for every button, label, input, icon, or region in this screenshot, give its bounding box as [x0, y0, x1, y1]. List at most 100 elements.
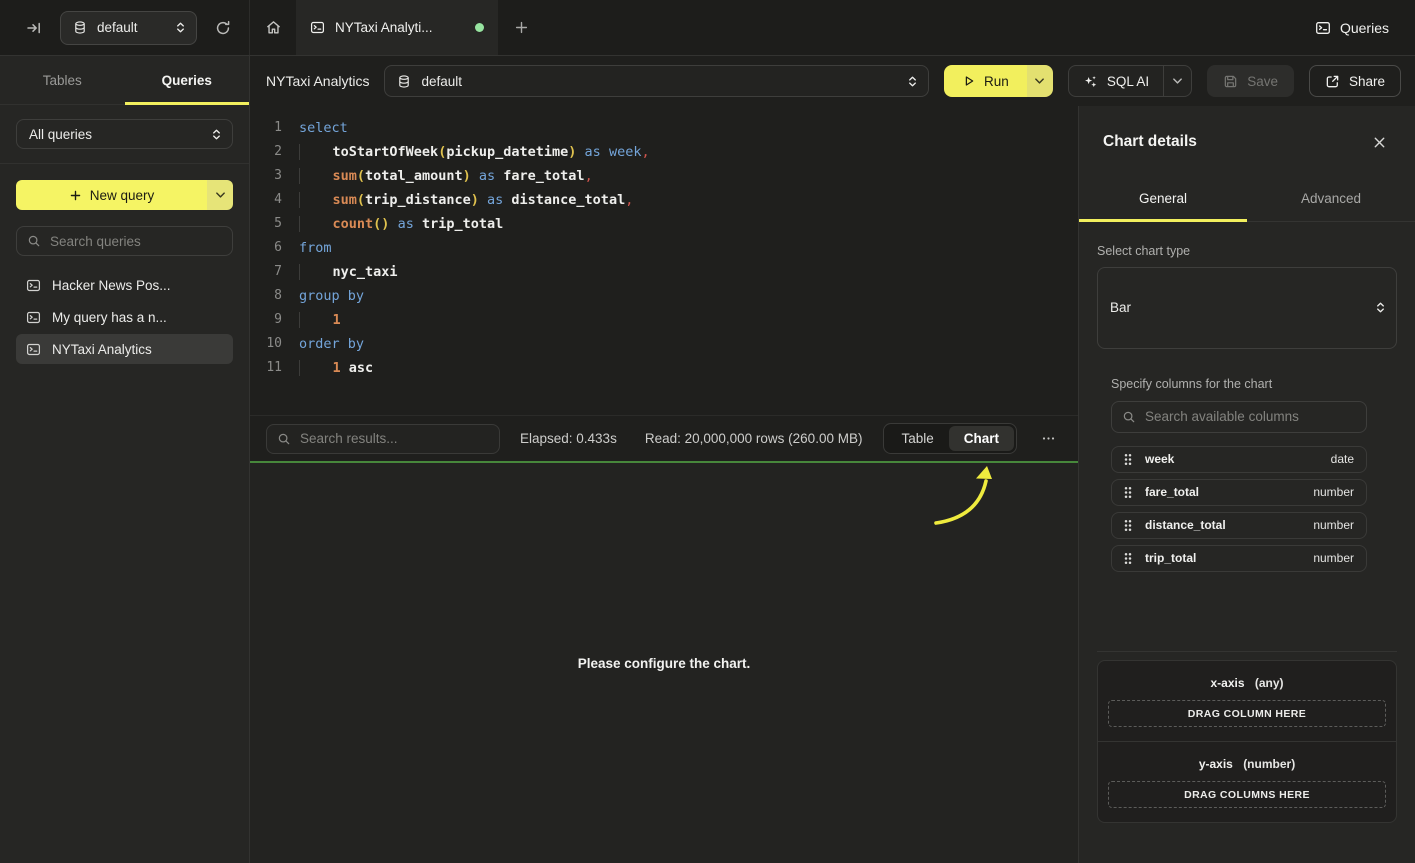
- queries-nav-label: Queries: [1340, 20, 1389, 36]
- sparkles-icon: [1083, 74, 1098, 89]
- sql-code-line: 10order by: [250, 332, 1078, 356]
- top-bar: default NYTaxi Analyti... Que: [0, 0, 1415, 56]
- x-axis-drop-zone[interactable]: DRAG COLUMN HERE: [1108, 700, 1386, 727]
- columns-section-label: Specify columns for the chart: [1111, 377, 1367, 391]
- drag-handle-icon[interactable]: [1123, 486, 1133, 499]
- close-icon[interactable]: [1368, 131, 1391, 154]
- topbar-database-select[interactable]: default: [60, 11, 197, 45]
- new-tab-plus-icon[interactable]: [498, 0, 544, 55]
- column-type: date: [1331, 452, 1354, 466]
- save-button[interactable]: Save: [1207, 65, 1294, 97]
- database-icon: [397, 74, 411, 89]
- column-chip-week[interactable]: week date: [1111, 446, 1367, 473]
- line-content: select: [299, 116, 348, 140]
- new-query-dropdown-button[interactable]: [207, 180, 233, 210]
- sql-code-line: 7 nyc_taxi: [250, 260, 1078, 284]
- app-body: TablesQueries All queries New query: [0, 56, 1415, 863]
- table-chart-toggle: TableChart: [883, 423, 1017, 454]
- tab-general[interactable]: General: [1079, 178, 1247, 221]
- query-list-item[interactable]: Hacker News Pos...: [16, 270, 233, 300]
- sidebar-tab-queries[interactable]: Queries: [125, 56, 250, 104]
- search-icon: [277, 432, 291, 446]
- chart-details-panel: Chart details GeneralAdvanced Select cha…: [1078, 106, 1415, 863]
- column-chip-fare_total[interactable]: fare_totalnumber: [1111, 479, 1367, 506]
- sql-code-line: 1select: [250, 116, 1078, 140]
- line-content: count() as trip_total: [299, 212, 503, 236]
- drag-handle-icon[interactable]: [1123, 519, 1133, 532]
- y-axis-label: y-axis: [1199, 757, 1233, 771]
- query-item-label: NYTaxi Analytics: [52, 342, 152, 357]
- query-filter-select[interactable]: All queries: [16, 119, 233, 149]
- chart-type-select[interactable]: Bar: [1097, 267, 1397, 349]
- sql-ai-dropdown-button[interactable]: [1163, 66, 1191, 96]
- y-axis-type-hint: (number): [1243, 757, 1295, 771]
- drag-handle-icon[interactable]: [1123, 453, 1133, 466]
- drag-handle-icon[interactable]: [1123, 552, 1133, 565]
- chevron-down-icon: [1172, 77, 1183, 85]
- elapsed-time: Elapsed: 0.433s: [520, 431, 617, 446]
- panel-separator: [1097, 651, 1397, 652]
- home-icon[interactable]: [250, 0, 296, 55]
- sidebar: TablesQueries All queries New query: [0, 56, 250, 863]
- y-axis-drop-zone[interactable]: DRAG COLUMNS HERE: [1108, 781, 1386, 808]
- sql-ai-button[interactable]: SQL AI: [1069, 66, 1163, 96]
- results-search-input[interactable]: [300, 431, 489, 446]
- x-axis-title: x-axis (any): [1108, 676, 1386, 690]
- line-content: group by: [299, 284, 364, 308]
- refresh-icon[interactable]: [211, 16, 235, 40]
- sidebar-search-section: [0, 216, 249, 266]
- more-options-icon[interactable]: [1037, 427, 1060, 450]
- y-axis-section: y-axis (number) DRAG COLUMNS HERE: [1098, 741, 1396, 822]
- chart-type-value: Bar: [1110, 300, 1365, 315]
- new-query-button[interactable]: New query: [16, 180, 207, 210]
- sidebar-tabs: TablesQueries: [0, 56, 249, 105]
- sql-editor[interactable]: 1select2 toStartOfWeek(pickup_datetime) …: [250, 106, 1078, 415]
- line-content: sum(trip_distance) as distance_total,: [299, 188, 633, 212]
- sidebar-actions: New query: [0, 164, 249, 216]
- view-toggle-table[interactable]: Table: [886, 426, 948, 451]
- view-toggle-chart[interactable]: Chart: [949, 426, 1014, 451]
- tab-advanced[interactable]: Advanced: [1247, 178, 1415, 221]
- column-type: number: [1313, 485, 1354, 499]
- collapse-sidebar-icon[interactable]: [22, 16, 46, 40]
- x-axis-label: x-axis: [1210, 676, 1244, 690]
- play-icon: [962, 74, 976, 88]
- available-columns-list: week date fare_totalnumber distance_totalnu…: [1111, 446, 1367, 572]
- column-name: week: [1145, 452, 1174, 466]
- page-title: NYTaxi Analytics: [266, 73, 369, 89]
- line-number: 4: [250, 188, 282, 212]
- sql-code-line: 11 1 asc: [250, 356, 1078, 380]
- chevron-updown-icon: [1375, 301, 1386, 314]
- column-chip-trip_total[interactable]: trip_totalnumber: [1111, 545, 1367, 572]
- chevron-updown-icon: [211, 128, 222, 141]
- chart-details-title: Chart details: [1103, 133, 1197, 151]
- chevron-updown-icon: [907, 75, 918, 88]
- x-axis-section: x-axis (any) DRAG COLUMN HERE: [1098, 661, 1396, 741]
- query-list-item[interactable]: My query has a n...: [16, 302, 233, 332]
- run-button[interactable]: Run: [944, 65, 1027, 97]
- share-button[interactable]: Share: [1309, 65, 1401, 97]
- query-search-input[interactable]: [50, 234, 222, 249]
- sql-code: 1select2 toStartOfWeek(pickup_datetime) …: [250, 116, 1078, 380]
- line-content: order by: [299, 332, 364, 356]
- share-label: Share: [1349, 74, 1385, 89]
- panel-spacer: [1097, 572, 1397, 652]
- header-database-select[interactable]: default: [384, 65, 928, 97]
- main-area: NYTaxi Analytics default Run: [250, 56, 1415, 863]
- query-list-item[interactable]: NYTaxi Analytics: [16, 334, 233, 364]
- queries-nav-button[interactable]: Queries: [1315, 20, 1389, 36]
- tab-nytaxi-analytics[interactable]: NYTaxi Analyti...: [296, 0, 498, 55]
- query-terminal-icon: [310, 20, 325, 35]
- column-chip-distance_total[interactable]: distance_totalnumber: [1111, 512, 1367, 539]
- tab-strip: NYTaxi Analyti...: [250, 0, 1315, 55]
- sidebar-tab-tables[interactable]: Tables: [0, 56, 125, 104]
- chart-empty-state: Please configure the chart.: [250, 461, 1078, 863]
- line-number: 9: [250, 308, 282, 332]
- unsaved-changes-dot: [475, 23, 484, 32]
- line-number: 3: [250, 164, 282, 188]
- columns-search-input[interactable]: [1145, 409, 1356, 424]
- tab-title: NYTaxi Analyti...: [335, 20, 433, 35]
- sql-ai-label: SQL AI: [1107, 74, 1149, 89]
- run-dropdown-button[interactable]: [1027, 65, 1053, 97]
- query-item-label: My query has a n...: [52, 310, 167, 325]
